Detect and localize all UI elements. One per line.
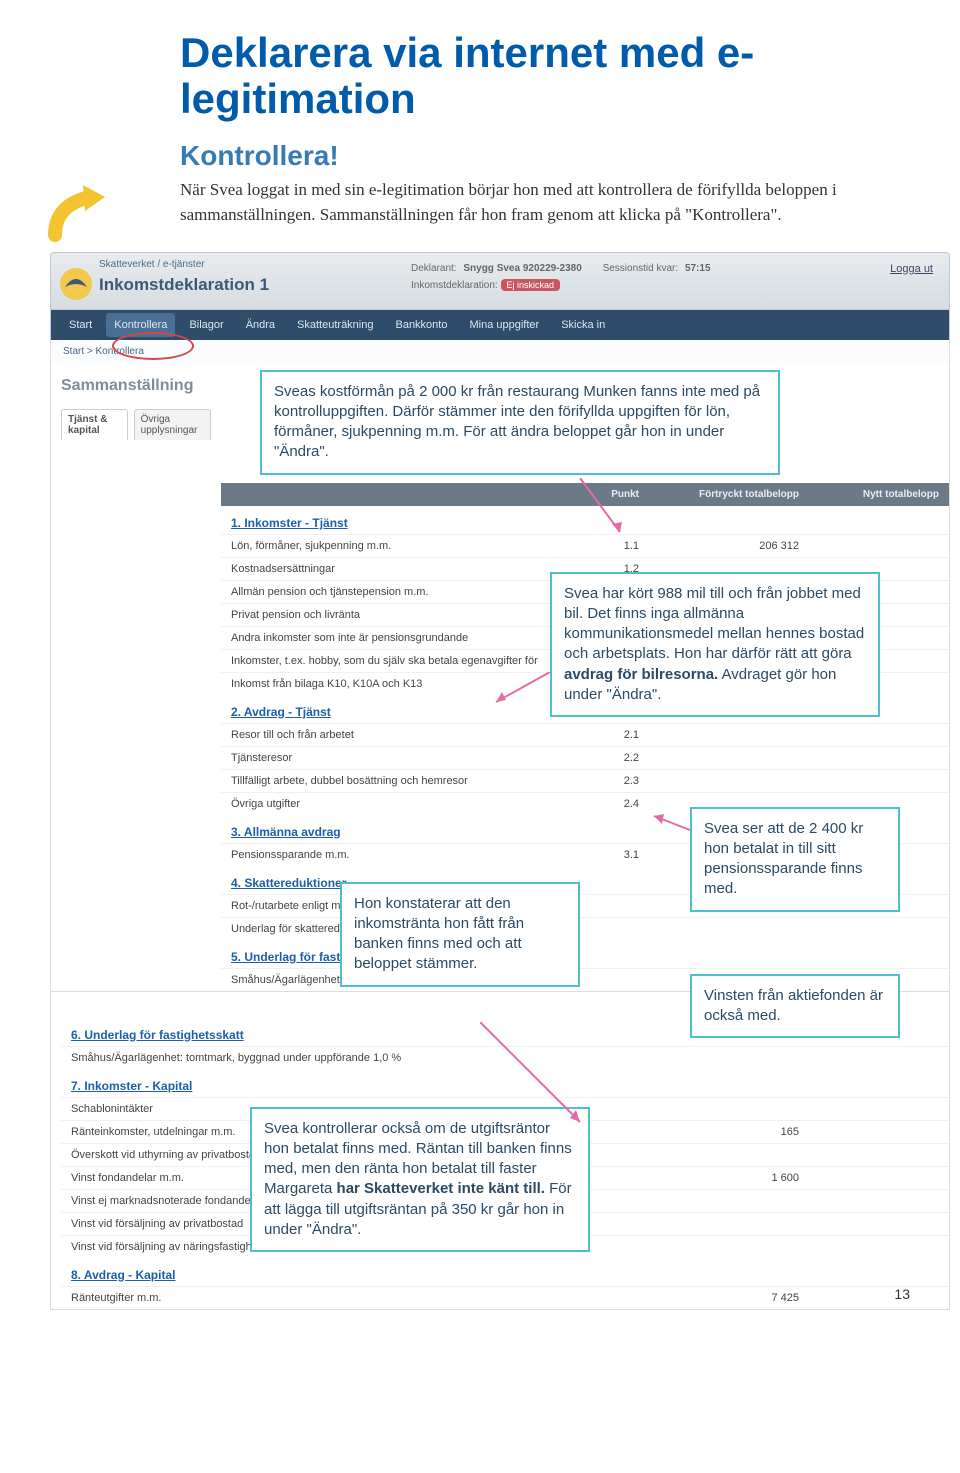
session-label: Sessionstid kvar: <box>603 263 679 274</box>
menu-kontrollera[interactable]: Kontrollera <box>106 313 175 337</box>
menu-skicka-in[interactable]: Skicka in <box>553 313 613 337</box>
deklarant-value: Snygg Svea 920229-2380 <box>463 263 581 274</box>
grid-header: Punkt Förtryckt totalbelopp Nytt totalbe… <box>221 483 949 506</box>
menu-bilagor[interactable]: Bilagor <box>181 313 231 337</box>
deklarant-label: Deklarant: <box>411 263 457 274</box>
sidebar-heading: Sammanställning <box>61 377 211 395</box>
table-row: Tillfälligt arbete, dubbel bosättning oc… <box>221 769 949 792</box>
callout-inkomstranta: Hon konstaterar att den inkomstränta hon… <box>340 882 580 987</box>
section-1[interactable]: 1. Inkomster - Tjänst <box>221 506 949 534</box>
menu-start[interactable]: Start <box>61 313 100 337</box>
tab-tjanst-kapital[interactable]: Tjänst & kapital <box>61 409 128 440</box>
callout-pensionssparande: Svea ser att de 2 400 kr hon betalat in … <box>690 807 900 912</box>
menu-skatteutrakning[interactable]: Skatteuträkning <box>289 313 381 337</box>
breadcrumb: Start > Kontrollera <box>50 340 950 363</box>
tab-ovriga-upplysningar[interactable]: Övriga upplysningar <box>134 409 211 440</box>
table-row: Ränteutgifter m.m.7 425 <box>61 1286 949 1309</box>
status-badge-ej-inskickad: Ej inskickad <box>501 279 561 291</box>
intro-paragraph: När Svea loggat in med sin e-legitimatio… <box>180 178 900 227</box>
menu-bankkonto[interactable]: Bankkonto <box>387 313 455 337</box>
col-nytt: Nytt totalbelopp <box>809 483 949 506</box>
app-topbar: Skatteverket / e-tjänster Inkomstdeklara… <box>50 252 950 310</box>
callout-bilresor: Svea har kört 988 mil till och från jobb… <box>550 572 880 718</box>
table-row: Lön, förmåner, sjukpenning m.m.1.1206 31… <box>221 534 949 557</box>
section-heading-kontrollera: Kontrollera! <box>180 140 910 172</box>
skatteverket-logo-icon <box>59 267 93 301</box>
topbar-title: Inkomstdeklaration 1 <box>99 275 269 295</box>
table-row: Tjänsteresor2.2 <box>221 746 949 769</box>
app-screenshot: Skatteverket / e-tjänster Inkomstdeklara… <box>50 252 950 1310</box>
session-value: 57:15 <box>685 263 711 274</box>
topbar-breadcrumb: Skatteverket / e-tjänster <box>99 259 205 270</box>
section-8[interactable]: 8. Avdrag - Kapital <box>61 1258 949 1286</box>
table-row: Underlag för skattereduktion för gåva <box>221 917 949 940</box>
callout-kostforman: Sveas kostförmån på 2 000 kr från restau… <box>260 370 780 475</box>
sidebar: Sammanställning Tjänst & kapital Övriga … <box>51 363 221 991</box>
callout-utgiftsrantor: Svea kontrollerar också om de utgiftsrän… <box>250 1107 590 1253</box>
page-number: 13 <box>894 1286 910 1302</box>
col-punkt: Punkt <box>579 483 649 506</box>
menu-andra[interactable]: Ändra <box>238 313 283 337</box>
callout-aktiefond: Vinsten från aktiefonden är också med. <box>690 974 900 1039</box>
menu-mina-uppgifter[interactable]: Mina uppgifter <box>461 313 547 337</box>
status-label: Inkomstdeklaration: <box>411 280 498 291</box>
col-fortryckt: Förtryckt totalbelopp <box>649 483 809 506</box>
section-5[interactable]: 5. Underlag för fastighetsavgift <box>221 940 949 968</box>
page-title: Deklarera via internet med e-legitimatio… <box>180 30 910 122</box>
logout-link[interactable]: Logga ut <box>890 263 933 275</box>
section-7[interactable]: 7. Inkomster - Kapital <box>61 1069 949 1097</box>
main-menu: Start Kontrollera Bilagor Ändra Skatteut… <box>50 310 950 340</box>
table-row: Småhus/Ägarlägenhet: tomtmark, byggnad u… <box>61 1046 949 1069</box>
arrow-icon <box>45 175 115 245</box>
table-row: Resor till och från arbetet2.1 <box>221 723 949 746</box>
